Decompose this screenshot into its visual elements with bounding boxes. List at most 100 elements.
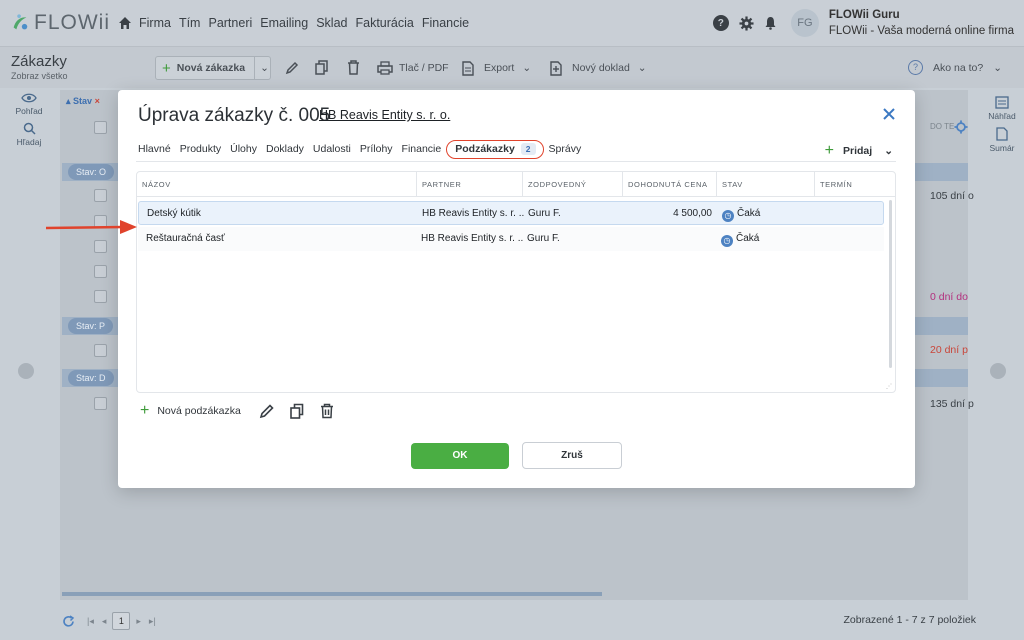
select-all-checkbox[interactable] <box>94 121 107 134</box>
chevron-down-icon: ⌄ <box>522 62 532 74</box>
copy-icon[interactable] <box>289 403 305 419</box>
nav-item-partneri[interactable]: Partneri <box>207 16 253 30</box>
tab-udalosti[interactable]: Udalosti <box>313 143 351 155</box>
home-icon[interactable] <box>118 16 132 30</box>
chevron-down-icon: ⌄ <box>637 62 647 74</box>
cell-owner: Guru F. <box>528 208 561 219</box>
group-pill[interactable]: Stav: D <box>68 370 114 386</box>
nav-item-fakturacia[interactable]: Fakturácia <box>354 16 414 30</box>
tab-podzakazky[interactable]: Podzákazky 2 <box>446 139 544 159</box>
cell-price <box>626 227 711 251</box>
bell-icon[interactable] <box>764 16 777 30</box>
close-icon[interactable]: × <box>95 96 100 106</box>
subtable-actions: + Nová podzákazka <box>140 402 335 420</box>
new-document-icon <box>550 60 562 76</box>
partner-link[interactable]: HB Reavis Entity s. r. o. <box>319 108 450 122</box>
new-document-button[interactable]: Nový doklad ⌄ <box>550 56 647 80</box>
gear-icon[interactable] <box>739 15 754 31</box>
grid-settings-icon[interactable] <box>954 120 968 134</box>
resize-handle-icon[interactable]: ⋰ <box>886 383 892 390</box>
tab-spravy[interactable]: Správy <box>549 143 582 155</box>
nav-item-firma[interactable]: Firma <box>138 16 172 30</box>
pencil-icon[interactable] <box>285 61 299 75</box>
chevron-down-icon[interactable]: ⌄ <box>254 57 269 79</box>
row-checkbox[interactable] <box>94 397 107 410</box>
first-page-icon[interactable]: |◂ <box>87 616 94 627</box>
nav-item-emailing[interactable]: Emailing <box>259 16 309 30</box>
last-page-icon[interactable]: ▸| <box>149 616 156 627</box>
status-filter-chip[interactable]: ▴ Stav × <box>66 96 100 107</box>
ok-button[interactable]: OK <box>411 443 509 469</box>
tab-hlavne[interactable]: Hlavné <box>138 143 171 155</box>
tab-prilohy[interactable]: Prílohy <box>360 143 393 155</box>
cell-partner: HB Reavis Entity s. r. ... <box>421 233 524 244</box>
help-circle-icon[interactable]: ? <box>712 15 729 31</box>
row-checkbox[interactable] <box>94 290 107 303</box>
chevron-down-icon[interactable]: ⌄ <box>884 145 893 157</box>
page-toolbar: Zákazky Zobraz všetko + Nová zákazka ⌄ T… <box>0 46 1024 88</box>
plus-icon: + <box>162 59 171 77</box>
copy-icon[interactable] <box>315 60 329 75</box>
tab-ulohy[interactable]: Úlohy <box>230 143 257 155</box>
horizontal-scrollbar[interactable] <box>62 592 602 596</box>
view-button[interactable]: Pohľad <box>0 92 58 116</box>
status-label: Čaká <box>737 208 761 219</box>
trash-icon[interactable] <box>319 403 335 419</box>
tab-divider <box>136 161 896 162</box>
suborders-table: NÁZOV PARTNER ZODPOVEDNÝ DOHODNUTÁ CENA … <box>136 171 896 393</box>
help-label: Ako na to? <box>932 61 984 74</box>
column-header-owner[interactable]: ZODPOVEDNÝ <box>523 172 623 197</box>
scroll-right-button[interactable] <box>990 363 1006 379</box>
row-checkbox[interactable] <box>94 189 107 202</box>
column-header-deadline[interactable]: TERMÍN <box>815 172 895 197</box>
column-header-partner[interactable]: PARTNER <box>417 172 523 197</box>
page-subtitle[interactable]: Zobraz všetko <box>11 71 68 81</box>
table-row[interactable]: Reštauračná časť HB Reavis Entity s. r. … <box>138 227 884 251</box>
row-checkbox[interactable] <box>94 344 107 357</box>
export-button[interactable]: Export ⌄ <box>462 56 531 80</box>
scroll-left-button[interactable] <box>18 363 34 379</box>
help-link[interactable]: ? Ako na to? ⌄ <box>907 60 1002 75</box>
table-row[interactable]: Detský kútik HB Reavis Entity s. r. ... … <box>138 201 884 225</box>
search-button[interactable]: Hľadaj <box>0 122 58 147</box>
tab-produkty[interactable]: Produkty <box>180 143 221 155</box>
red-arrow-annotation <box>46 220 137 234</box>
print-pdf-button[interactable]: Tlač / PDF <box>377 56 449 80</box>
add-label: Pridaj <box>843 145 873 157</box>
row-checkbox[interactable] <box>94 265 107 278</box>
chevron-down-icon: ⌄ <box>993 61 1002 74</box>
avatar[interactable]: FG <box>790 9 819 37</box>
deadline-value: 135 dní p <box>930 398 974 410</box>
pencil-icon[interactable] <box>259 403 275 419</box>
tab-doklady[interactable]: Doklady <box>266 143 304 155</box>
main-nav: Firma Tím Partneri Emailing Sklad Faktur… <box>138 16 470 30</box>
tab-financie[interactable]: Financie <box>402 143 442 155</box>
preview-button[interactable]: Náhľad <box>980 96 1024 121</box>
close-icon[interactable] <box>881 106 897 122</box>
next-page-icon[interactable]: ▸ <box>136 616 141 627</box>
previous-page-icon[interactable]: ◂ <box>102 616 107 627</box>
vertical-scrollbar[interactable] <box>889 200 892 368</box>
group-pill[interactable]: Stav: P <box>68 318 114 334</box>
nav-item-financie[interactable]: Financie <box>421 16 470 30</box>
group-pill[interactable]: Stav: O <box>68 164 115 180</box>
row-checkbox[interactable] <box>94 240 107 253</box>
cancel-button[interactable]: Zruš <box>522 442 622 469</box>
column-header-status[interactable]: STAV <box>717 172 815 197</box>
refresh-icon[interactable] <box>62 614 75 628</box>
new-order-button[interactable]: + Nová zákazka ⌄ <box>155 56 271 80</box>
user-info[interactable]: FLOWii Guru FLOWii - Vaša moderná online… <box>829 7 1014 39</box>
new-suborder-button[interactable]: Nová podzákazka <box>157 405 240 417</box>
nav-item-sklad[interactable]: Sklad <box>315 16 348 30</box>
column-header-price[interactable]: DOHODNUTÁ CENA <box>623 172 717 197</box>
flowii-logo[interactable]: FLOWii <box>10 11 110 35</box>
trash-icon[interactable] <box>347 60 360 75</box>
plus-icon: + <box>824 142 834 159</box>
top-right-area: ? FG FLOWii Guru FLOWii - Vaša moderná o… <box>712 0 1014 46</box>
summary-button[interactable]: Sumár <box>980 127 1024 153</box>
column-header-name[interactable]: NÁZOV <box>137 172 417 197</box>
nav-item-tim[interactable]: Tím <box>178 16 202 30</box>
plus-icon[interactable]: + <box>140 402 149 420</box>
add-button[interactable]: + Pridaj ⌄ <box>825 142 893 160</box>
page-number[interactable]: 1 <box>112 612 131 630</box>
